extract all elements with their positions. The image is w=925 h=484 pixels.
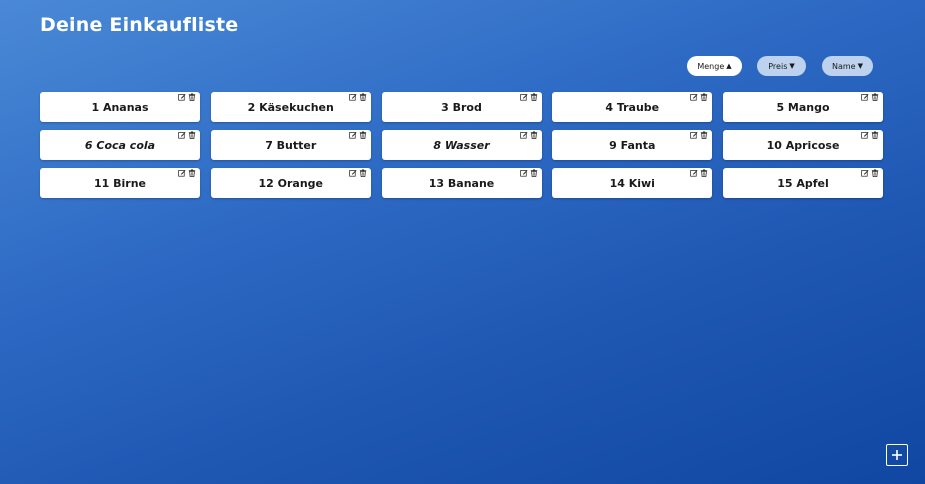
item-actions xyxy=(861,131,879,139)
item-label: 12 Orange xyxy=(258,176,323,190)
list-item: 9 Fanta xyxy=(552,130,713,160)
item-label: 3 Brod xyxy=(441,100,482,114)
item-label: 5 Mango xyxy=(776,100,830,114)
trash-icon[interactable] xyxy=(700,169,708,177)
item-actions xyxy=(690,169,708,177)
trash-icon[interactable] xyxy=(530,131,538,139)
item-label: 4 Traube xyxy=(605,100,660,114)
item-label: 15 Apfel xyxy=(777,176,829,190)
edit-icon[interactable] xyxy=(349,93,357,101)
item-actions xyxy=(178,169,196,177)
item-actions xyxy=(690,131,708,139)
edit-icon[interactable] xyxy=(690,169,698,177)
caret-up-icon: ▲ xyxy=(726,61,732,70)
caret-down-icon: ▼ xyxy=(789,61,795,70)
edit-icon[interactable] xyxy=(519,93,528,101)
list-item: 10 Apricose xyxy=(723,130,883,160)
item-actions xyxy=(519,93,538,101)
edit-icon[interactable] xyxy=(519,169,528,177)
trash-icon[interactable] xyxy=(359,93,367,101)
trash-icon[interactable] xyxy=(188,93,196,101)
item-actions xyxy=(690,93,708,101)
trash-icon[interactable] xyxy=(188,169,196,177)
item-actions xyxy=(178,93,196,101)
trash-icon[interactable] xyxy=(700,131,708,139)
sort-preis-label: Preis xyxy=(768,61,788,71)
item-actions xyxy=(349,169,367,177)
item-grid: 1 Ananas 2 Käsekuchen 3 Brod 4 Traube 5 Mang… xyxy=(40,92,883,198)
sort-bar: Menge ▲ Preis ▼ Name ▼ xyxy=(0,56,925,76)
edit-icon[interactable] xyxy=(178,169,186,177)
item-label: 2 Käsekuchen xyxy=(247,100,334,114)
item-label: 13 Banane xyxy=(428,176,495,190)
list-item: 5 Mango xyxy=(723,92,883,122)
edit-icon[interactable] xyxy=(178,131,186,139)
item-actions xyxy=(861,169,879,177)
plus-icon xyxy=(892,450,902,460)
list-item: 11 Birne xyxy=(40,168,200,198)
sort-preis-button[interactable]: Preis ▼ xyxy=(757,56,806,76)
list-item: 1 Ananas xyxy=(40,92,200,122)
list-item: 12 Orange xyxy=(210,168,371,198)
trash-icon[interactable] xyxy=(530,93,538,101)
edit-icon[interactable] xyxy=(349,169,357,177)
list-item: 4 Traube xyxy=(552,92,713,122)
sort-name-button[interactable]: Name ▼ xyxy=(822,56,873,76)
trash-icon[interactable] xyxy=(530,169,538,177)
edit-icon[interactable] xyxy=(861,93,869,101)
item-label: 11 Birne xyxy=(93,176,146,190)
trash-icon[interactable] xyxy=(359,169,367,177)
sort-menge-label: Menge xyxy=(697,61,725,71)
item-label: 10 Apricose xyxy=(766,138,840,152)
edit-icon[interactable] xyxy=(690,93,698,101)
list-item: 8 Wasser xyxy=(381,130,542,160)
edit-icon[interactable] xyxy=(519,131,528,139)
item-actions xyxy=(349,93,367,101)
item-label: 6 Coca cola xyxy=(84,138,156,152)
page-title: Deine Einkaufliste xyxy=(40,14,239,36)
item-label: 9 Fanta xyxy=(609,138,656,152)
trash-icon[interactable] xyxy=(700,93,708,101)
item-actions xyxy=(349,131,367,139)
item-label: 14 Kiwi xyxy=(609,176,655,190)
item-actions xyxy=(519,131,538,139)
sort-name-label: Name xyxy=(832,61,856,71)
edit-icon[interactable] xyxy=(178,93,186,101)
edit-icon[interactable] xyxy=(349,131,357,139)
list-item: 2 Käsekuchen xyxy=(210,92,371,122)
edit-icon[interactable] xyxy=(861,169,869,177)
list-item: 7 Butter xyxy=(210,130,371,160)
trash-icon[interactable] xyxy=(871,131,879,139)
trash-icon[interactable] xyxy=(359,131,367,139)
sort-menge-button[interactable]: Menge ▲ xyxy=(687,56,742,76)
item-actions xyxy=(861,93,879,101)
item-label: 8 Wasser xyxy=(433,138,490,152)
trash-icon[interactable] xyxy=(871,93,879,101)
item-label: 7 Butter xyxy=(265,138,317,152)
edit-icon[interactable] xyxy=(690,131,698,139)
item-actions xyxy=(178,131,196,139)
item-label: 1 Ananas xyxy=(91,100,149,114)
trash-icon[interactable] xyxy=(871,169,879,177)
edit-icon[interactable] xyxy=(861,131,869,139)
list-item: 15 Apfel xyxy=(723,168,883,198)
add-item-button[interactable] xyxy=(886,444,908,466)
list-item: 13 Banane xyxy=(381,168,542,198)
list-item: 3 Brod xyxy=(381,92,542,122)
caret-down-icon: ▼ xyxy=(857,61,863,70)
trash-icon[interactable] xyxy=(188,131,196,139)
list-item: 6 Coca cola xyxy=(40,130,200,160)
list-item: 14 Kiwi xyxy=(552,168,713,198)
item-actions xyxy=(519,169,538,177)
